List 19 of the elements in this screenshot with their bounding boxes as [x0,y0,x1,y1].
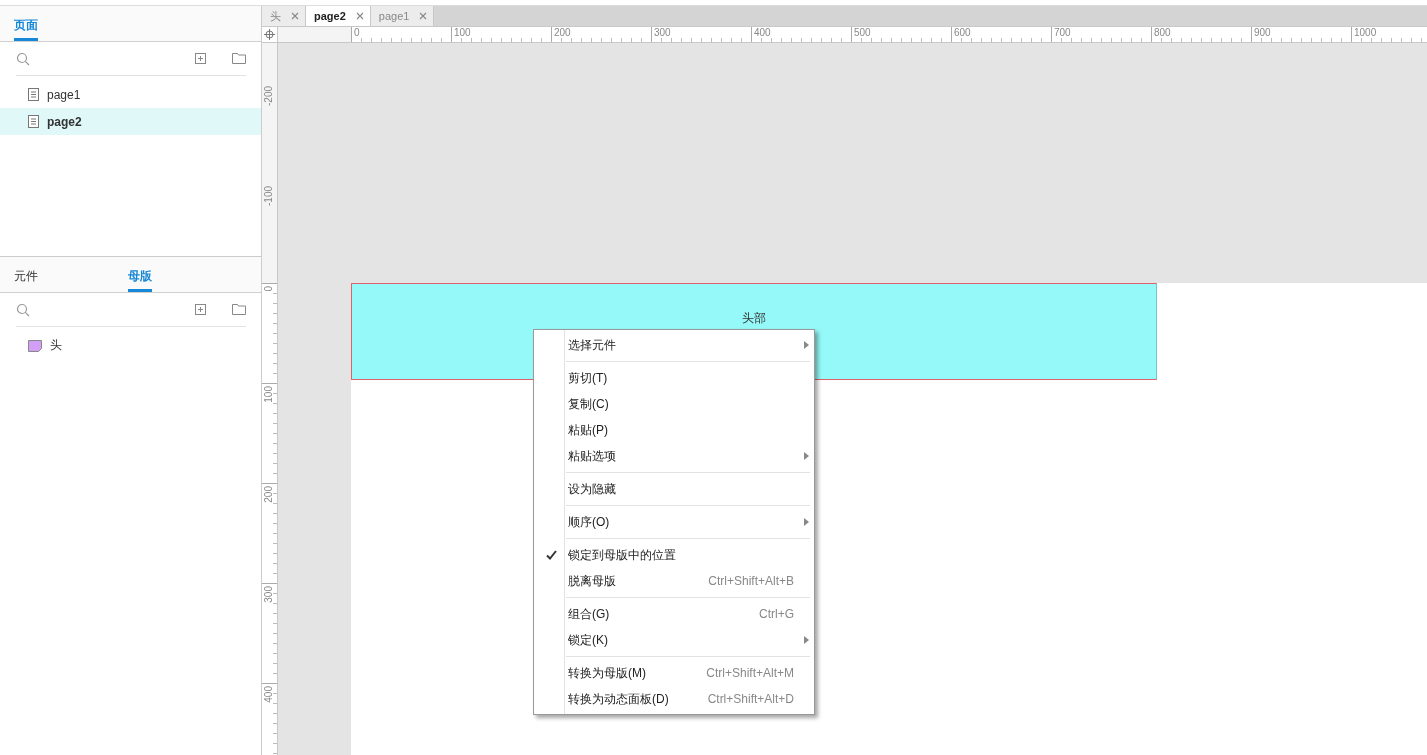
ruler-label: 500 [854,27,871,39]
ruler-label: 1000 [1354,27,1377,39]
ruler-label: 900 [1254,27,1271,39]
ruler-label: 800 [1154,27,1171,39]
ruler-label: -100 [263,186,275,206]
ruler-label: 300 [263,586,275,603]
ruler-label: 400 [754,27,771,39]
ruler-label: 200 [554,27,571,39]
ruler-label: 0 [263,286,275,292]
ruler-label: 700 [1054,27,1071,39]
ruler-label: 300 [654,27,671,39]
ruler-label: 400 [263,686,275,703]
ruler-label: 100 [454,27,471,39]
ruler-label: 0 [354,27,360,39]
ruler-label: -200 [263,86,275,106]
ruler-label: 200 [263,486,275,503]
shape-label: 头部 [742,310,766,327]
ruler-label: 100 [263,386,275,403]
ruler-label: 600 [954,27,971,39]
